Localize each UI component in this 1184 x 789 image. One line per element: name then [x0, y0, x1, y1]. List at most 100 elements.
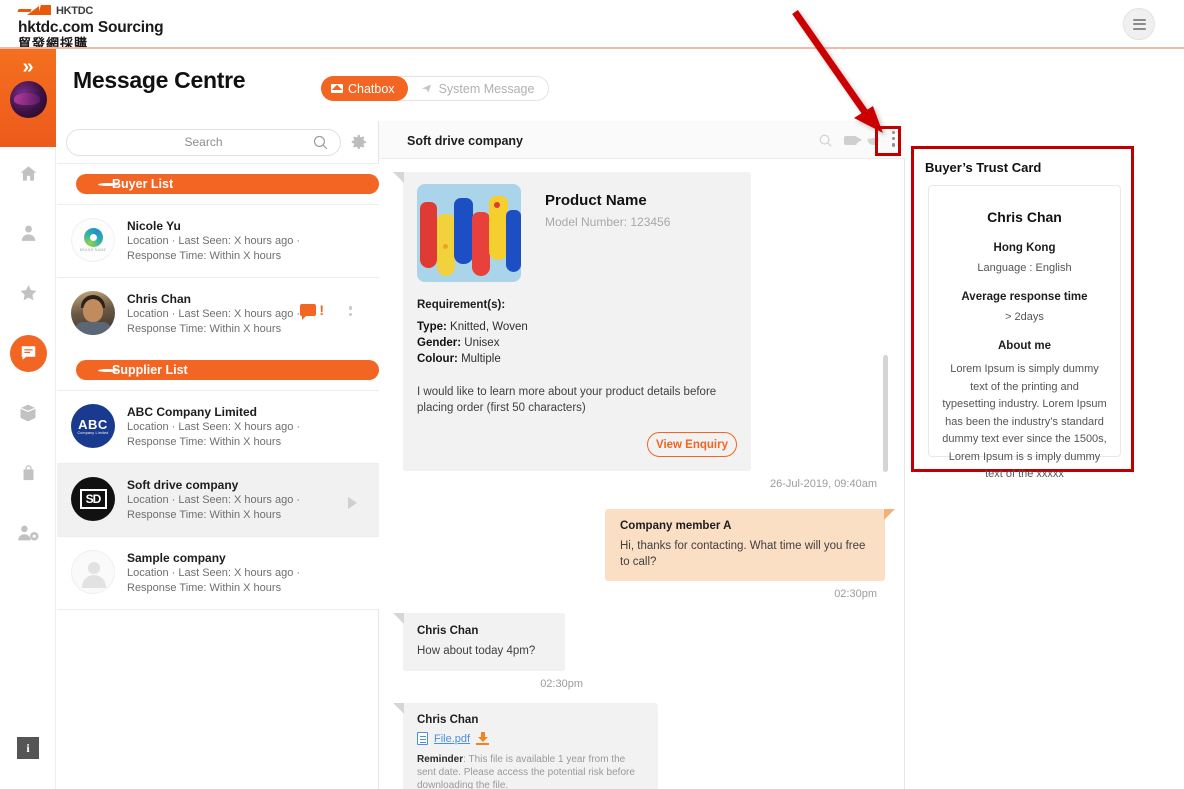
- list-item[interactable]: ABC Company Limited ABC Company Limited Loc…: [57, 390, 379, 463]
- list-item-name: Soft drive company: [127, 478, 239, 492]
- trust-card-language: Language : English: [977, 262, 1072, 274]
- video-camera-icon[interactable]: [843, 135, 862, 145]
- requirement-row: Type: Knitted, Woven: [417, 320, 737, 335]
- product-name: Product Name: [545, 192, 647, 209]
- trust-card-name: Chris Chan: [987, 209, 1062, 225]
- sidebar-item-orders[interactable]: [0, 453, 56, 493]
- tab-system-message[interactable]: System Message: [408, 82, 549, 96]
- avatar: [71, 550, 115, 594]
- avatar: [71, 291, 115, 335]
- enquiry-message: Product Name Model Number: 123456 Requir…: [393, 172, 751, 471]
- sidebar-item-home[interactable]: [0, 153, 56, 193]
- group-header-buyer-list[interactable]: Buyer List: [76, 174, 379, 194]
- brand-name-en: hktdc.com Sourcing: [18, 19, 164, 36]
- bullet-icon: [98, 368, 118, 372]
- conversation-group: Buyer List: [57, 164, 379, 204]
- tab-chatbox[interactable]: Chatbox: [321, 76, 408, 101]
- chat-scrollbar[interactable]: [883, 355, 888, 472]
- chat-title: Soft drive company: [407, 134, 523, 148]
- list-item-meta: Soft drive company Location · Last Seen: …: [127, 477, 300, 523]
- selected-caret-icon: [348, 497, 357, 509]
- left-icon-rail: » i: [0, 49, 56, 789]
- active-indicator: [9, 334, 47, 372]
- star-icon: [20, 285, 36, 301]
- brand-block: HKTDC hktdc.com Sourcing 貿發網採購: [17, 4, 164, 51]
- chat-bubble-icon: [300, 304, 317, 320]
- list-item-meta: ABC Company Limited Location · Last Seen:…: [127, 404, 300, 450]
- tab-chatbox-label: Chatbox: [348, 81, 395, 96]
- list-item-meta: Chris Chan Location · Last Seen: X hours …: [127, 291, 300, 337]
- trust-card-about-text: Lorem Ipsum is simply dummy text of the …: [942, 363, 1107, 480]
- search-icon[interactable]: [818, 133, 833, 148]
- group-header-supplier-list[interactable]: Supplier List: [76, 360, 379, 380]
- list-item-more-button[interactable]: [348, 306, 352, 319]
- list-item[interactable]: BRAND NAME Nicole Yu Location · Last Seen:…: [57, 204, 379, 277]
- list-item-line1: Location · Last Seen: X hours ago ·: [127, 308, 301, 320]
- message-sender: Chris Chan: [417, 625, 479, 637]
- user-gear-icon: [17, 525, 39, 541]
- gear-icon[interactable]: [350, 133, 368, 151]
- trust-card-response-header: Average response time: [961, 291, 1088, 303]
- paper-plane-icon: [421, 84, 431, 93]
- message-row-file: Chris Chan File.pdf Reminder: This file …: [393, 703, 885, 789]
- top-brand-bar: HKTDC hktdc.com Sourcing 貿發網採購: [0, 0, 1184, 51]
- list-item[interactable]: Chris Chan Location · Last Seen: X hours …: [57, 277, 379, 350]
- pdf-file-icon: [417, 732, 428, 745]
- list-item-name: Sample company: [127, 551, 226, 565]
- file-reminder: Reminder: This file is available 1 year …: [417, 753, 644, 789]
- page-title: Message Centre: [73, 67, 246, 93]
- outgoing-message: Company member A Hi, thanks for contacti…: [605, 509, 895, 581]
- view-enquiry-button[interactable]: View Enquiry: [647, 432, 737, 457]
- buyers-trust-card-highlight: Buyer’s Trust Card Chris Chan Hong Kong …: [911, 146, 1134, 480]
- search-row: Search: [57, 121, 379, 163]
- requirement-row: Colour: Multiple: [417, 352, 737, 367]
- bag-icon: [23, 465, 33, 481]
- file-message: Chris Chan File.pdf Reminder: This file …: [393, 703, 658, 789]
- trust-card-response-value: > 2days: [1005, 311, 1044, 323]
- enquiry-timestamp: 26-Jul-2019, 09:40am: [769, 478, 877, 490]
- list-item-line1: Location · Last Seen: X hours ago ·: [127, 494, 301, 506]
- conversation-group: Supplier List: [57, 350, 379, 390]
- list-item-line2: Response Time: Within X hours: [127, 323, 282, 335]
- sidebar-item-messages[interactable]: [0, 333, 56, 373]
- list-item-name: ABC Company Limited: [127, 405, 258, 419]
- page-header: Message Centre Chatbox System Message: [56, 49, 1184, 121]
- message-text: How about today 4pm?: [417, 645, 536, 657]
- product-card: Product Name Model Number: 123456: [417, 184, 737, 282]
- envelope-icon: [331, 84, 343, 93]
- message-row-outgoing: Company member A Hi, thanks for contacti…: [403, 509, 895, 600]
- list-item-name: Nicole Yu: [127, 219, 181, 233]
- message-row-incoming: Chris Chan How about today 4pm? 02:30pm: [393, 613, 885, 690]
- search-input[interactable]: Search: [66, 128, 341, 156]
- list-item[interactable]: Sample company Location · Last Seen: X ho…: [57, 536, 379, 609]
- message-sender: Company member A: [620, 520, 732, 532]
- requirement-label: Gender:: [417, 337, 462, 349]
- avatar[interactable]: [10, 81, 47, 118]
- sidebar-item-products[interactable]: [0, 393, 56, 433]
- list-item-meta: Sample company Location · Last Seen: X ho…: [127, 550, 300, 596]
- list-item-line2: Response Time: Within X hours: [127, 582, 282, 594]
- requirement-value: Multiple: [457, 353, 501, 365]
- list-item-line2: Response Time: Within X hours: [127, 509, 282, 521]
- tab-system-message-label: System Message: [438, 81, 535, 96]
- sidebar-item-account-settings[interactable]: [0, 513, 56, 553]
- sidebar-item-profile[interactable]: [0, 213, 56, 253]
- list-item[interactable]: SD Soft drive company Location · Last Seen…: [57, 463, 379, 536]
- chat-header: Soft drive company: [379, 121, 905, 159]
- sidebar-item-favourites[interactable]: [0, 273, 56, 313]
- requirement-value: Knitted, Woven: [446, 321, 528, 333]
- file-name-link[interactable]: File.pdf: [434, 733, 470, 745]
- avatar-subtext: Company Limited: [77, 430, 109, 435]
- rail-header: »: [0, 49, 56, 147]
- double-chevron-right-icon[interactable]: »: [0, 57, 56, 77]
- download-icon[interactable]: [476, 732, 490, 745]
- avatar-initials: SD: [79, 489, 107, 509]
- requirement-row: Gender: Unisex: [417, 336, 737, 351]
- list-item-line1: Location · Last Seen: X hours ago ·: [127, 567, 301, 579]
- chat-panel: Soft drive company Product Name Model Nu…: [379, 121, 905, 789]
- file-attachment[interactable]: File.pdf: [417, 732, 644, 745]
- product-image: [417, 184, 521, 282]
- list-item-line2: Response Time: Within X hours: [127, 250, 282, 262]
- info-button[interactable]: i: [17, 737, 39, 759]
- hamburger-menu-button[interactable]: [1123, 8, 1155, 40]
